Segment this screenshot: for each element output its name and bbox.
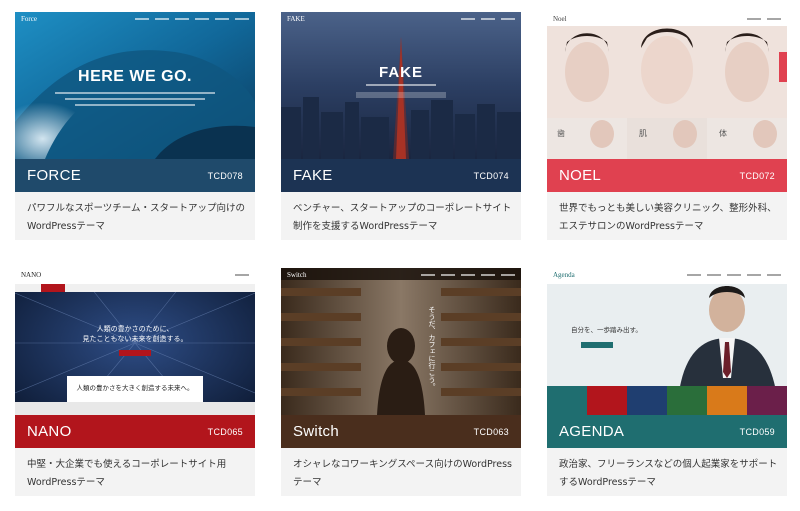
theme-thumbnail[interactable]: FAKE FAKE bbox=[281, 12, 521, 159]
theme-title-bar: NOEL TCD072 bbox=[547, 159, 787, 192]
description-line: WordPressテーマ bbox=[27, 477, 105, 488]
theme-title-bar: Switch TCD063 bbox=[281, 415, 521, 448]
theme-nav: NANO bbox=[15, 268, 255, 282]
theme-title-bar: FORCE TCD078 bbox=[15, 159, 255, 192]
theme-logo: Noel bbox=[553, 15, 567, 23]
theme-name: FAKE bbox=[293, 167, 333, 184]
description-line: 制作を支援するWordPressテーマ bbox=[293, 221, 438, 232]
theme-logo: NANO bbox=[21, 271, 42, 279]
theme-thumbnail[interactable]: Agenda 自分を、一歩踏み出す。 bbox=[547, 268, 787, 415]
theme-thumbnail[interactable]: Force HERE WE GO. bbox=[15, 12, 255, 159]
description-line: ベンチャー、スタートアップのコーポレートサイト bbox=[293, 203, 512, 214]
theme-subline: 見たこともない未来を創造する。 bbox=[82, 335, 188, 343]
theme-card-agenda[interactable]: Agenda 自分を、一歩踏み出す。 AGENDA TCD059 政治家、フリー… bbox=[547, 268, 787, 496]
theme-nav: Switch bbox=[281, 268, 521, 282]
description-line: 政治家、フリーランスなどの個人起業家をサポート bbox=[559, 459, 778, 470]
theme-description: 中堅・大企業でも使えるコーポレートサイト用 WordPressテーマ bbox=[27, 456, 247, 492]
theme-nav: FAKE bbox=[281, 12, 521, 26]
theme-code: TCD072 bbox=[739, 170, 775, 181]
portrait-image bbox=[547, 268, 787, 415]
theme-code: TCD078 bbox=[207, 170, 243, 181]
theme-card-switch[interactable]: Switch そうだ、カフェに行こう。 Switch TCD063 オシャレなコ… bbox=[281, 268, 521, 496]
theme-name: Switch bbox=[293, 423, 339, 440]
theme-code: TCD065 bbox=[207, 426, 243, 437]
theme-description: 世界でもっとも美しい美容クリニック、整形外科、 エステサロンのWordPress… bbox=[559, 200, 779, 236]
theme-description: オシャレなコワーキングスペース向けのWordPress テーマ bbox=[293, 456, 513, 492]
description-line: オシャレなコワーキングスペース向けのWordPress bbox=[293, 459, 512, 470]
description-line: エステサロンのWordPressテーマ bbox=[559, 221, 704, 232]
description-line: WordPressテーマ bbox=[27, 221, 105, 232]
description-line: 中堅・大企業でも使えるコーポレートサイト用 bbox=[27, 459, 227, 470]
theme-description: パワフルなスポーツチーム・スタートアップ向けの WordPressテーマ bbox=[27, 200, 247, 236]
theme-code: TCD063 bbox=[473, 426, 509, 437]
theme-logo: FAKE bbox=[287, 15, 305, 23]
theme-card-noel[interactable]: Noel 歯 肌 体 NOEL TCD072 世界でもっとも美しい美容クリニック… bbox=[547, 12, 787, 240]
theme-title-bar: NANO TCD065 bbox=[15, 415, 255, 448]
theme-logo: Switch bbox=[287, 271, 307, 279]
theme-title-bar: FAKE TCD074 bbox=[281, 159, 521, 192]
theme-card-nano[interactable]: NANO 人類の豊かさのために、 見たこともない未来を創造する。 人類の豊かさを… bbox=[15, 268, 255, 496]
theme-thumbnail[interactable]: Noel 歯 肌 体 bbox=[547, 12, 787, 159]
theme-description: ベンチャー、スタートアップのコーポレートサイト 制作を支援するWordPress… bbox=[293, 200, 513, 236]
theme-code: TCD059 bbox=[739, 426, 775, 437]
theme-name: NANO bbox=[27, 423, 72, 440]
theme-name: FORCE bbox=[27, 167, 81, 184]
beauty-image bbox=[547, 12, 787, 159]
description-line: するWordPressテーマ bbox=[559, 477, 656, 488]
category-label: 体 bbox=[719, 129, 727, 138]
theme-logo: Force bbox=[21, 15, 37, 23]
theme-thumbnail[interactable]: NANO 人類の豊かさのために、 見たこともない未来を創造する。 人類の豊かさを… bbox=[15, 268, 255, 415]
theme-banner: 人類の豊かさを大きく創造する未来へ。 bbox=[76, 384, 194, 392]
theme-headline: FAKE bbox=[378, 64, 423, 81]
theme-title-bar: AGENDA TCD059 bbox=[547, 415, 787, 448]
theme-headline: 自分を、一歩踏み出す。 bbox=[571, 326, 642, 334]
theme-nav: Force bbox=[15, 12, 255, 26]
theme-headline: HERE WE GO. bbox=[78, 68, 192, 85]
theme-thumbnail[interactable]: Switch そうだ、カフェに行こう。 bbox=[281, 268, 521, 415]
theme-name: AGENDA bbox=[559, 423, 625, 440]
library-image bbox=[281, 268, 521, 415]
theme-card-fake[interactable]: FAKE FAKE FAKE TCD074 ベンチャー、スタートアップのコーポレ… bbox=[281, 12, 521, 240]
theme-headline: 人類の豊かさのために、 bbox=[96, 325, 174, 333]
theme-headline: そうだ、カフェに行こう。 bbox=[428, 306, 436, 390]
theme-logo: Agenda bbox=[553, 271, 575, 279]
theme-nav: Agenda bbox=[547, 268, 787, 282]
description-line: テーマ bbox=[293, 477, 322, 488]
theme-name: NOEL bbox=[559, 167, 602, 184]
theme-code: TCD074 bbox=[473, 170, 509, 181]
theme-card-force[interactable]: Force HERE WE GO. FORCE TCD078 パワフルなスポーツ… bbox=[15, 12, 255, 240]
category-label: 歯 bbox=[557, 129, 565, 138]
description-line: 世界でもっとも美しい美容クリニック、整形外科、 bbox=[559, 203, 777, 214]
description-line: パワフルなスポーツチーム・スタートアップ向けの bbox=[27, 203, 246, 214]
category-label: 肌 bbox=[639, 129, 647, 138]
theme-description: 政治家、フリーランスなどの個人起業家をサポート するWordPressテーマ bbox=[559, 456, 779, 492]
theme-nav: Noel bbox=[547, 12, 787, 26]
